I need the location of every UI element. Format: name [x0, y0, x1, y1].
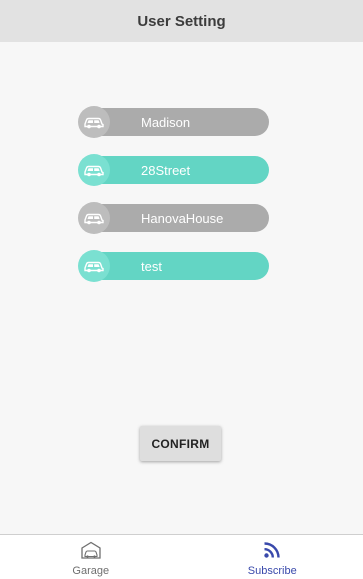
garage-toggle-madison[interactable]: Madison: [79, 108, 269, 136]
car-icon: [78, 154, 110, 186]
garage-label: Madison: [141, 115, 190, 130]
car-icon: [78, 250, 110, 282]
garage-toggle-test[interactable]: test: [79, 252, 269, 280]
nav-label-garage: Garage: [72, 565, 109, 577]
garage-toggle-28street[interactable]: 28Street: [79, 156, 269, 184]
garage-label: 28Street: [141, 163, 190, 178]
nav-item-subscribe[interactable]: Subscribe: [182, 535, 363, 579]
car-icon: [78, 106, 110, 138]
nav-item-garage[interactable]: Garage: [0, 535, 182, 579]
garage-label: test: [141, 259, 162, 274]
garage-label: HanovaHouse: [141, 211, 223, 226]
garage-icon: [80, 541, 102, 564]
garage-list: Madison 28Street HanovaHouse: [79, 108, 269, 300]
garage-toggle-hanovahouse[interactable]: HanovaHouse: [79, 204, 269, 232]
nav-label-subscribe: Subscribe: [248, 565, 297, 577]
car-icon: [78, 202, 110, 234]
page-title: User Setting: [137, 13, 225, 30]
confirm-button[interactable]: CONFIRM: [140, 426, 221, 461]
bottom-nav: Garage Subscribe: [0, 534, 363, 579]
header-bar: User Setting: [0, 0, 363, 42]
rss-icon: [263, 541, 281, 564]
